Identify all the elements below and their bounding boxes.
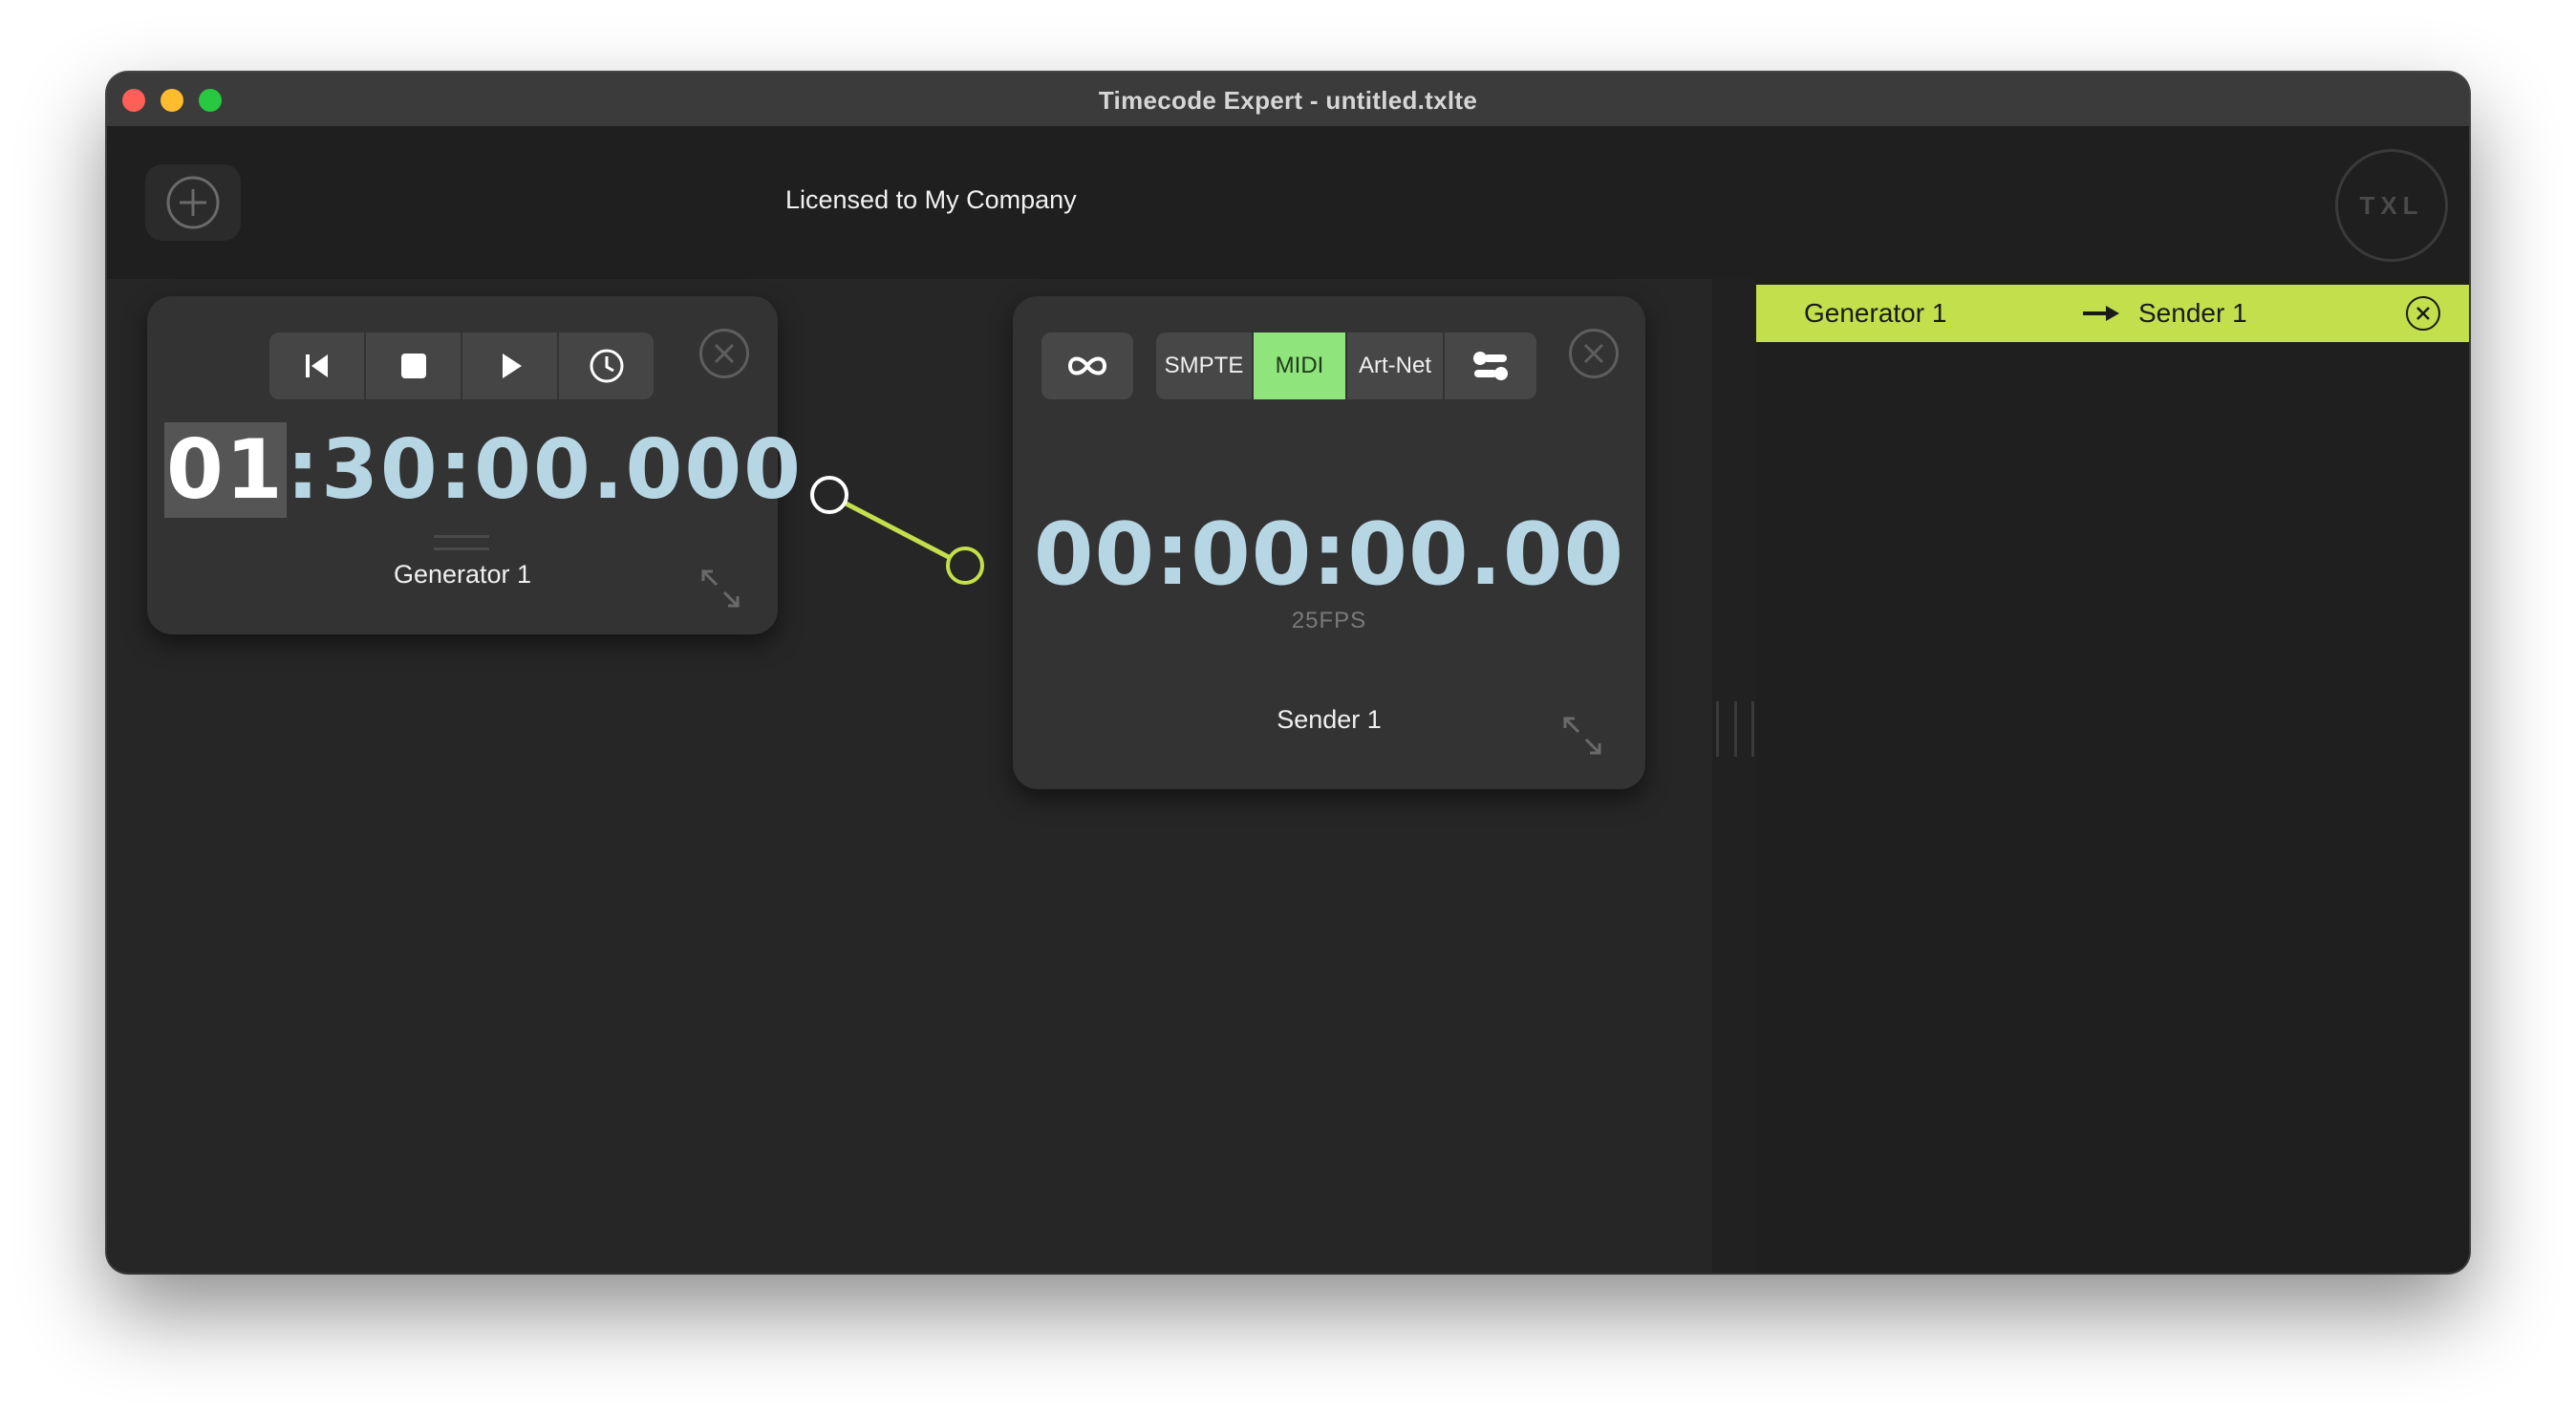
generator-card[interactable]: 01:30:00.000 Generator 1 — [147, 296, 801, 634]
route-remove-button[interactable] — [2406, 296, 2440, 331]
sender-settings-button[interactable] — [1445, 333, 1536, 399]
loop-button[interactable] — [1041, 333, 1133, 399]
timecode-rest[interactable]: :30:00.000 — [287, 422, 803, 518]
window-title: Timecode Expert - untitled.txlte — [1098, 86, 1478, 115]
protocol-artnet-button[interactable]: Art-Net — [1347, 333, 1445, 399]
protocol-midi-button[interactable]: MIDI — [1254, 333, 1347, 399]
clock-button[interactable] — [559, 333, 654, 399]
clock-icon — [590, 349, 623, 383]
stop-button[interactable] — [366, 333, 462, 399]
generator-timecode[interactable]: 01:30:00.000 — [164, 422, 803, 518]
add-node-button[interactable] — [145, 164, 241, 241]
expand-icon[interactable] — [1559, 713, 1605, 759]
timecode-hours-field[interactable]: 01 — [164, 422, 287, 518]
arrow-right-icon — [2083, 306, 2119, 321]
play-icon — [502, 354, 522, 378]
drag-handle[interactable] — [434, 535, 489, 550]
sender-timecode: 00:00:00.00 — [1033, 504, 1625, 605]
skip-back-button[interactable] — [269, 333, 366, 399]
title-bar: Timecode Expert - untitled.txlte — [107, 73, 2469, 128]
sliders-icon — [1473, 352, 1508, 380]
sender-close-button[interactable] — [1569, 329, 1619, 378]
route-source: Generator 1 — [1804, 298, 1947, 328]
license-text: Licensed to My Company — [785, 185, 1077, 214]
divider-grip[interactable] — [1716, 701, 1754, 757]
close-icon — [1583, 343, 1604, 364]
close-icon — [2416, 307, 2430, 320]
close-icon — [714, 343, 735, 364]
txl-logo: TXL — [2335, 149, 2448, 262]
generator-label: Generator 1 — [393, 560, 532, 589]
protocol-smpte-button[interactable]: SMPTE — [1156, 333, 1254, 399]
play-button[interactable] — [462, 333, 559, 399]
fps-label: 25FPS — [1291, 608, 1367, 633]
infinity-icon — [1067, 356, 1107, 375]
panel-divider[interactable] — [1712, 279, 1756, 1273]
app-window: Timecode Expert - untitled.txlte License… — [107, 73, 2469, 1273]
sender-controls: SMPTE MIDI Art-Net — [1041, 333, 1536, 399]
header-bar: Licensed to My Company TXL — [107, 126, 2469, 279]
route-row[interactable]: Generator 1 Sender 1 — [1756, 285, 2469, 342]
plus-circle-icon — [166, 176, 220, 229]
expand-icon[interactable] — [698, 566, 743, 611]
protocol-selector: SMPTE MIDI Art-Net — [1156, 333, 1536, 399]
route-destination: Sender 1 — [2138, 298, 2247, 328]
stop-icon — [400, 354, 426, 378]
routes-panel — [1756, 279, 2469, 1273]
sender-card[interactable]: SMPTE MIDI Art-Net 00:00:00.00 25FPS Sen… — [1013, 296, 1645, 789]
generator-close-button[interactable] — [699, 329, 749, 378]
skip-back-icon — [305, 354, 328, 377]
transport-controls — [269, 333, 654, 399]
sender-label: Sender 1 — [1277, 705, 1382, 734]
